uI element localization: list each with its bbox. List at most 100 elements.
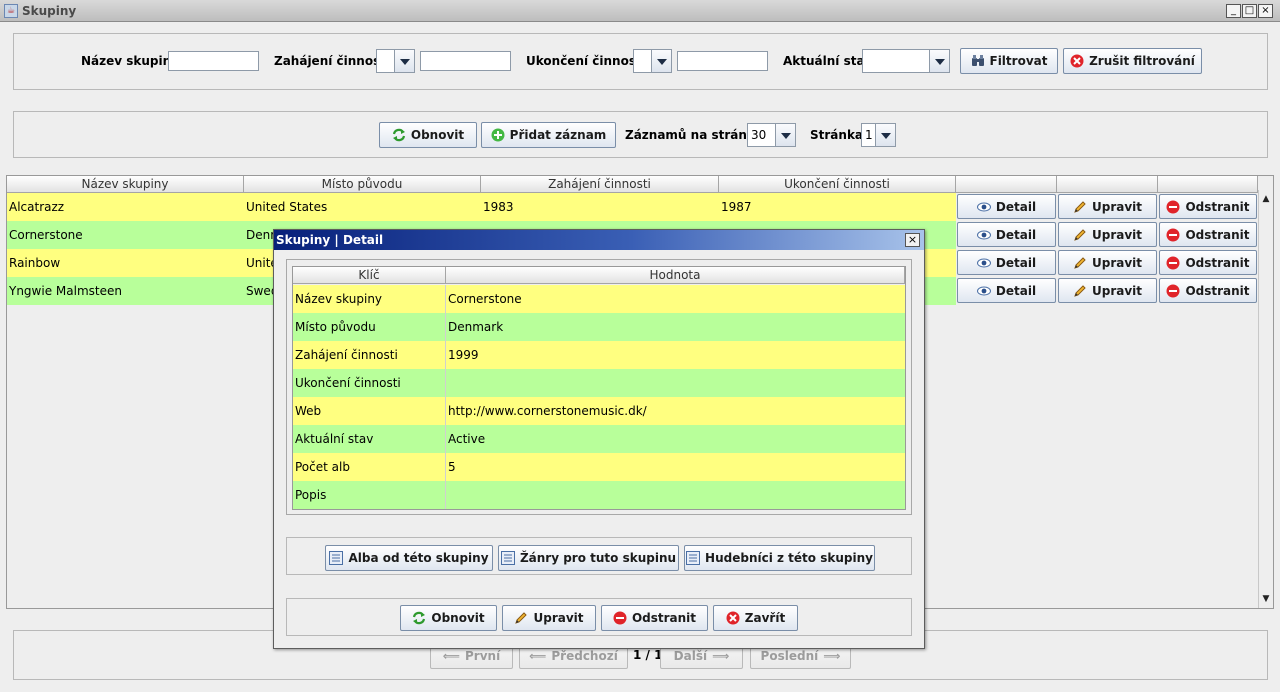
dialog-edit-button[interactable]: Upravit (502, 605, 596, 631)
detail-value-cell[interactable]: Active (446, 425, 905, 453)
detail-value-cell[interactable]: 5 (446, 453, 905, 481)
cancel-icon (1070, 54, 1084, 68)
dialog-edit-label: Upravit (533, 611, 584, 625)
detail-key-cell[interactable]: Ukončení činnosti (293, 369, 446, 397)
row-detail-button[interactable]: Detail (957, 278, 1056, 303)
first-page-label: První (465, 649, 501, 663)
dialog-close-button[interactable]: Zavřít (713, 605, 798, 631)
page-label: Stránka (810, 128, 864, 142)
albums-button[interactable]: Alba od této skupiny (325, 545, 493, 571)
java-app-icon: ☕ (4, 4, 18, 18)
filter-start-input[interactable] (420, 51, 511, 71)
refresh-button-label: Obnovit (410, 128, 465, 142)
row-edit-button[interactable]: Upravit (1058, 222, 1157, 247)
dialog-close-icon[interactable]: × (905, 233, 920, 247)
filter-end-operator-select[interactable] (633, 49, 672, 73)
pencil-icon (514, 611, 528, 625)
row-edit-button[interactable]: Upravit (1058, 250, 1157, 275)
table-cell-end[interactable]: 1987 (719, 193, 956, 221)
add-icon (491, 128, 505, 142)
maximize-button[interactable]: □ (1242, 4, 1257, 18)
row-delete-button[interactable]: Odstranit (1159, 250, 1257, 275)
filter-name-input[interactable] (168, 51, 259, 71)
scroll-up-icon[interactable]: ▲ (1259, 192, 1273, 206)
filter-start-operator-select[interactable] (376, 49, 415, 73)
detail-value-cell[interactable]: Cornerstone (446, 285, 905, 313)
table-cell-name[interactable]: Rainbow (7, 249, 244, 277)
detail-value-cell[interactable] (446, 369, 905, 397)
eye-icon (976, 284, 991, 298)
filter-state-select[interactable] (862, 49, 950, 73)
table-cell-name[interactable]: Alcatrazz (7, 193, 244, 221)
chevron-down-icon (394, 50, 414, 72)
prev-page-label: Předchozí (551, 649, 618, 663)
table-cell-origin[interactable]: United States (244, 193, 481, 221)
detail-value-cell[interactable]: 1999 (446, 341, 905, 369)
dialog-actions-panel (286, 598, 912, 636)
genres-button-label: Žánry pro tuto skupinu (519, 551, 677, 565)
musicians-button[interactable]: Hudebníci z této skupiny (684, 545, 875, 571)
last-page-label: Poslední (760, 649, 819, 663)
detail-key-cell[interactable]: Název skupiny (293, 285, 446, 313)
column-header-detail (956, 176, 1057, 193)
arrow-right-icon: ⟹ (823, 649, 841, 663)
row-edit-button[interactable]: Upravit (1058, 194, 1157, 219)
row-detail-button[interactable]: Detail (957, 222, 1056, 247)
row-edit-button-label: Upravit (1091, 283, 1143, 298)
window-title: Skupiny (22, 4, 77, 18)
detail-key-cell[interactable]: Web (293, 397, 446, 425)
row-edit-button[interactable]: Upravit (1058, 278, 1157, 303)
per-page-select[interactable]: 30 (747, 123, 796, 147)
detail-value-cell[interactable]: http://www.cornerstonemusic.dk/ (446, 397, 905, 425)
refresh-button[interactable]: Obnovit (379, 122, 477, 148)
row-detail-button-label: Detail (995, 199, 1037, 214)
row-edit-button-label: Upravit (1091, 255, 1143, 270)
column-header-end[interactable]: Ukončení činnosti (719, 176, 956, 193)
genres-button[interactable]: Žánry pro tuto skupinu (498, 545, 679, 571)
detail-key-cell[interactable]: Počet alb (293, 453, 446, 481)
table-cell-name[interactable]: Cornerstone (7, 221, 244, 249)
detail-value-cell[interactable]: Denmark (446, 313, 905, 341)
detail-value-cell[interactable] (446, 481, 905, 509)
chevron-down-icon (875, 124, 895, 146)
dialog-refresh-button[interactable]: Obnovit (400, 605, 497, 631)
table-cell-start[interactable]: 1983 (481, 193, 719, 221)
row-delete-button[interactable]: Odstranit (1159, 194, 1257, 219)
filter-end-input[interactable] (677, 51, 768, 71)
detail-key-cell[interactable]: Popis (293, 481, 446, 509)
column-header-start[interactable]: Zahájení činnosti (481, 176, 719, 193)
scroll-down-icon[interactable]: ▼ (1259, 592, 1273, 606)
window-close-button[interactable]: × (1258, 4, 1273, 18)
detail-value-header[interactable]: Hodnota (446, 267, 905, 284)
add-record-button[interactable]: Přidat záznam (481, 122, 616, 148)
table-cell-name[interactable]: Yngwie Malmsteen (7, 277, 244, 305)
detail-key-cell[interactable]: Aktuální stav (293, 425, 446, 453)
column-header-name[interactable]: Název skupiny (7, 176, 244, 193)
page-select[interactable]: 1 (861, 123, 896, 147)
vertical-scrollbar[interactable]: ▲ ▼ (1258, 190, 1273, 608)
row-delete-button[interactable]: Odstranit (1159, 278, 1257, 303)
list-icon (500, 551, 515, 565)
detail-key-cell[interactable]: Zahájení činnosti (293, 341, 446, 369)
chevron-down-icon (929, 50, 949, 72)
filter-end-label: Ukončení činnosti (526, 54, 646, 68)
row-detail-button[interactable]: Detail (957, 194, 1056, 219)
filter-name-label: Název skupiny (81, 54, 179, 68)
page-value: 1 (865, 128, 873, 142)
eye-icon (976, 200, 991, 214)
minimize-button[interactable]: _ (1226, 4, 1241, 18)
detail-key-cell[interactable]: Místo původu (293, 313, 446, 341)
delete-icon (613, 611, 627, 625)
row-delete-button[interactable]: Odstranit (1159, 222, 1257, 247)
dialog-delete-button[interactable]: Odstranit (601, 605, 708, 631)
per-page-label: Záznamů na stránku (625, 128, 764, 142)
cancel-filter-button[interactable]: Zrušit filtrování (1063, 48, 1202, 74)
filter-button[interactable]: Filtrovat (960, 48, 1058, 74)
detail-key-header[interactable]: Klíč (293, 267, 446, 284)
column-header-origin[interactable]: Místo původu (244, 176, 481, 193)
refresh-icon (412, 611, 426, 625)
row-delete-button-label: Odstranit (1185, 283, 1250, 298)
row-detail-button-label: Detail (995, 283, 1037, 298)
row-detail-button[interactable]: Detail (957, 250, 1056, 275)
eye-icon (976, 256, 991, 270)
